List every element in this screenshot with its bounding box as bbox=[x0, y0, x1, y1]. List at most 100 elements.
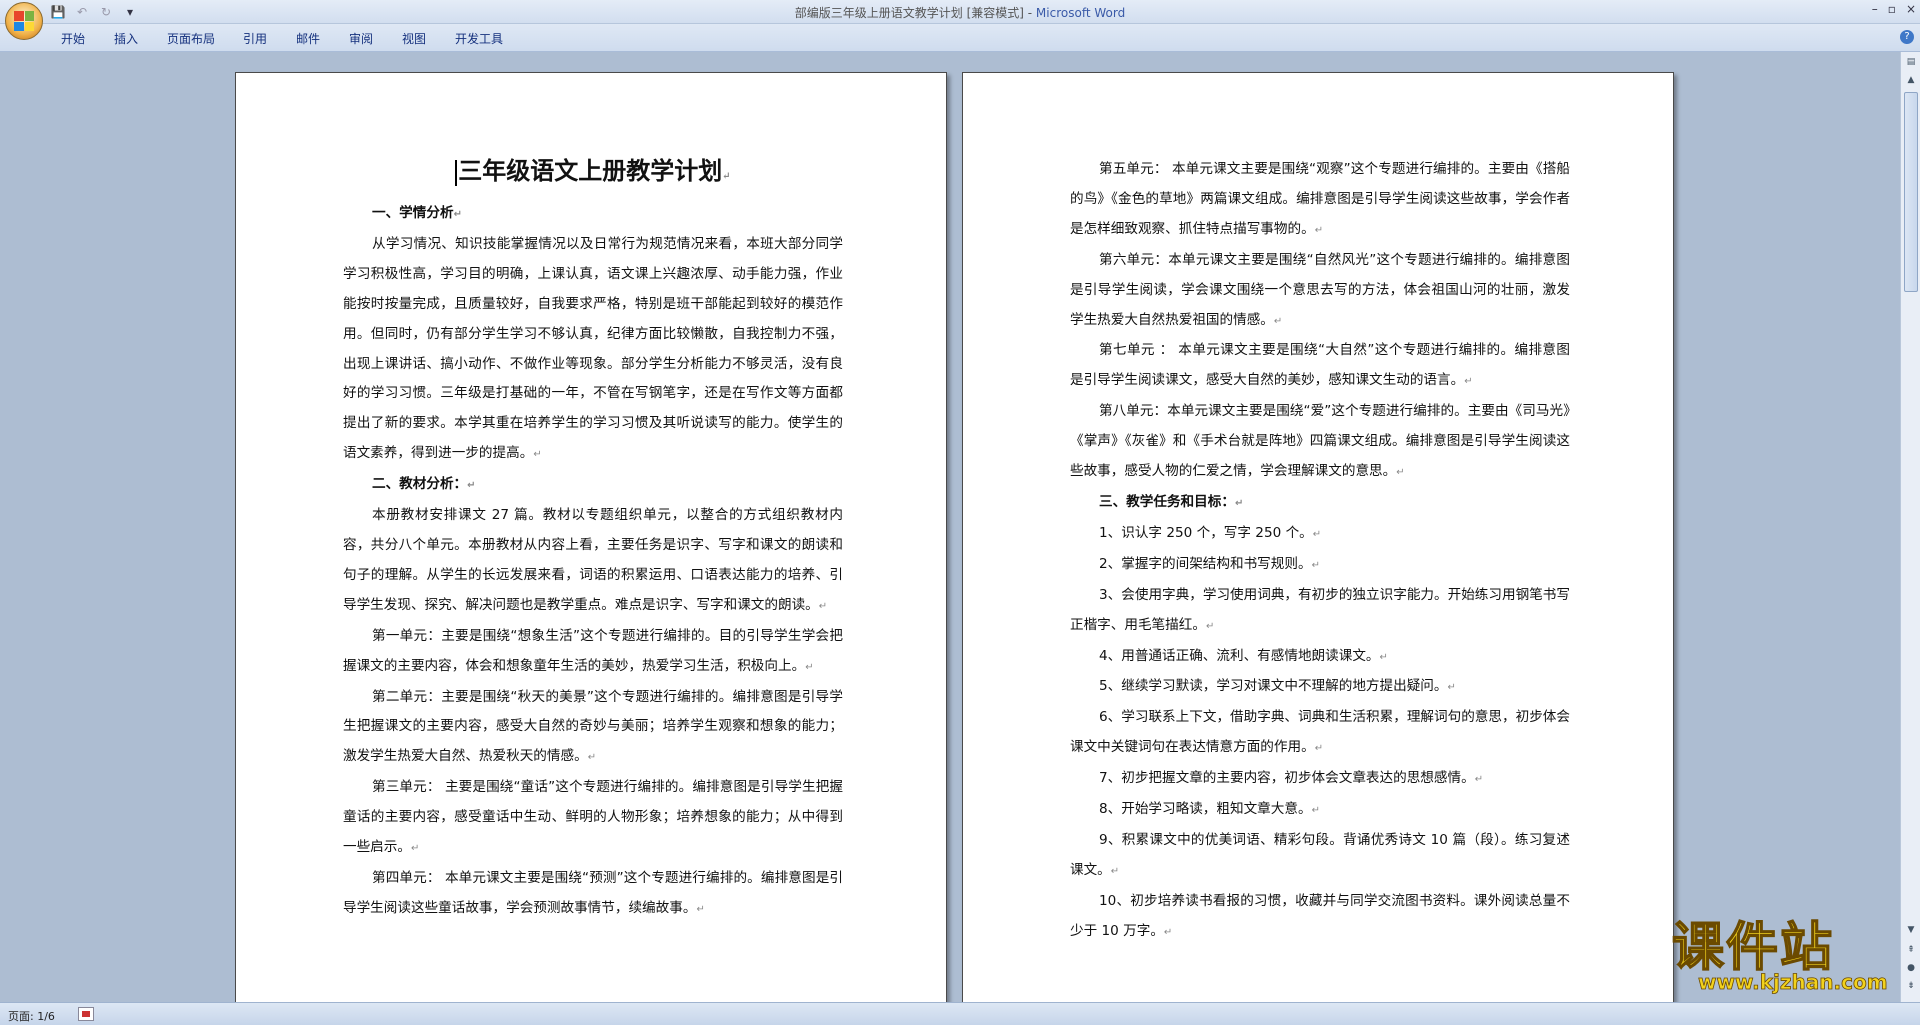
ribbon-tabs: 开始 插入 页面布局 引用 邮件 审阅 视图 开发工具 bbox=[0, 24, 1920, 52]
maximize-button[interactable]: ▫ bbox=[1888, 2, 1896, 16]
tab-developer[interactable]: 开发工具 bbox=[455, 30, 503, 47]
paragraph-mark: ↵ bbox=[1311, 559, 1320, 571]
paragraph-text: 第一单元：主要是围绕“想象生活”这个专题进行编排的。目的引导学生学会把握课文的主… bbox=[343, 627, 843, 674]
previous-page-icon[interactable]: ⇞ bbox=[1903, 942, 1919, 958]
paragraph-text: 7、初步把握文章的主要内容，初步体会文章表达的思想感情。 bbox=[1099, 770, 1475, 787]
document-title: 三年级语文上册教学计划↵ bbox=[343, 155, 843, 193]
paragraph-text: 本册教材安排课文 27 篇。教材以专题组织单元，以整合的方式组织教材内容，共分八… bbox=[343, 507, 843, 613]
body-paragraph: 2、掌握字的间架结构和书写规则。↵ bbox=[1070, 550, 1570, 581]
document-page-1[interactable]: 三年级语文上册教学计划↵ 一、学情分析↵ 从学习情况、知识技能掌握情况以及日常行为… bbox=[235, 72, 947, 1002]
paragraph-mark: ↵ bbox=[467, 480, 476, 492]
paragraph-mark: ↵ bbox=[1234, 497, 1244, 509]
paragraph-mark: ↵ bbox=[1311, 805, 1320, 817]
paragraph-mark: ↵ bbox=[410, 843, 420, 855]
scroll-up-icon[interactable]: ▲ bbox=[1903, 72, 1919, 88]
body-paragraph: 第八单元：本单元课文主要是围绕“爱”这个专题进行编排的。主要由《司马光》《掌声》… bbox=[1070, 397, 1570, 488]
page-2-content: 第五单元： 本单元课文主要是围绕“观察”这个专题进行编排的。主要由《搭船的鸟》《… bbox=[1070, 155, 1570, 948]
vertical-scrollbar[interactable]: ▤ ▲ ▼ ⇞ ● ⇟ bbox=[1900, 52, 1920, 1002]
paragraph-mark: ↵ bbox=[1379, 651, 1388, 663]
tab-mailings[interactable]: 邮件 bbox=[296, 30, 320, 47]
window-title-app: Microsoft Word bbox=[1035, 6, 1126, 20]
body-paragraph: 6、学习联系上下文，借助字典、词典和生活积累，理解词句的意思，初步体会课文中关键… bbox=[1070, 703, 1570, 764]
paragraph-text: 第四单元： 本单元课文主要是围绕“预测”这个专题进行编排的。编排意图是引导学生阅… bbox=[343, 869, 843, 916]
body-paragraph: 第五单元： 本单元课文主要是围绕“观察”这个专题进行编排的。主要由《搭船的鸟》《… bbox=[1070, 155, 1570, 246]
body-paragraph: 7、初步把握文章的主要内容，初步体会文章表达的思想感情。↵ bbox=[1070, 764, 1570, 795]
body-paragraph: 9、积累课文中的优美词语、精彩句段。背诵优秀诗文 10 篇（段）。练习复述课文。… bbox=[1070, 826, 1570, 887]
document-work-area: 三年级语文上册教学计划↵ 一、学情分析↵ 从学习情况、知识技能掌握情况以及日常行为… bbox=[0, 52, 1900, 1002]
paragraph-mark: ↵ bbox=[1110, 865, 1120, 877]
minimize-button[interactable]: – bbox=[1872, 2, 1878, 16]
page-indicator[interactable]: 页面: 1/6 bbox=[8, 1008, 55, 1024]
paragraph-mark: ↵ bbox=[805, 661, 814, 673]
office-button[interactable] bbox=[5, 2, 43, 40]
next-page-icon[interactable]: ⇟ bbox=[1903, 978, 1919, 994]
paragraph-text: 1、识认字 250 个，写字 250 个。 bbox=[1099, 524, 1313, 541]
paragraph-mark: ↵ bbox=[1474, 774, 1484, 786]
body-paragraph: 本册教材安排课文 27 篇。教材以专题组织单元，以整合的方式组织教材内容，共分八… bbox=[343, 501, 843, 622]
paragraph-mark: ↵ bbox=[1447, 682, 1456, 694]
watermark-logo: 课件站 www.kjzhan.com bbox=[1671, 918, 1904, 996]
body-paragraph: 第六单元：本单元课文主要是围绕“自然风光”这个专题进行编排的。编排意图是引导学生… bbox=[1070, 246, 1570, 337]
paragraph-mark: ↵ bbox=[1312, 528, 1322, 540]
section-heading: 三、教学任务和目标：↵ bbox=[1070, 488, 1570, 519]
paragraph-text: 10、初步培养读书看报的习惯，收藏并与同学交流图书资料。课外阅读总量不少于 10… bbox=[1070, 892, 1570, 939]
body-paragraph: 5、继续学习默读，学习对课文中不理解的地方提出疑问。↵ bbox=[1070, 672, 1570, 703]
tab-page-layout[interactable]: 页面布局 bbox=[167, 30, 215, 47]
proofing-status-icon[interactable] bbox=[78, 1007, 94, 1021]
title-bar: 💾 ↶ ↻ ▾ 部编版三年级上册语文教学计划 [兼容模式] - Microsof… bbox=[0, 0, 1920, 24]
tab-insert[interactable]: 插入 bbox=[114, 30, 138, 47]
document-page-2[interactable]: 第五单元： 本单元课文主要是围绕“观察”这个专题进行编排的。主要由《搭船的鸟》《… bbox=[962, 72, 1674, 1002]
body-paragraph: 第一单元：主要是围绕“想象生活”这个专题进行编排的。目的引导学生学会把握课文的主… bbox=[343, 622, 843, 683]
paragraph-mark: ↵ bbox=[453, 209, 462, 220]
paragraph-mark: ↵ bbox=[1314, 224, 1324, 236]
body-paragraph: 1、识认字 250 个，写字 250 个。↵ bbox=[1070, 519, 1570, 550]
ruler-toggle-icon[interactable]: ▤ bbox=[1903, 54, 1919, 70]
body-paragraph: 第二单元：主要是围绕“秋天的美景”这个专题进行编排的。编排意图是引导学生把握课文… bbox=[343, 683, 843, 774]
paragraph-mark: ↵ bbox=[1163, 926, 1173, 938]
office-logo-icon bbox=[14, 11, 34, 31]
paragraph-mark: ↵ bbox=[696, 903, 705, 915]
paragraph-text: 从学习情况、知识技能掌握情况以及日常行为规范情况来看，本班大部分同学学习积极性高… bbox=[343, 235, 843, 462]
paragraph-text: 二、教材分析： bbox=[372, 476, 468, 493]
watermark-url: www.kjzhan.com bbox=[1698, 970, 1888, 995]
window-title: 部编版三年级上册语文教学计划 [兼容模式] - Microsoft Word bbox=[0, 4, 1920, 21]
document-title-text: 三年级语文上册教学计划 bbox=[458, 156, 723, 185]
paragraph-text: 9、积累课文中的优美词语、精彩句段。背诵优秀诗文 10 篇（段）。练习复述课文。 bbox=[1070, 831, 1570, 878]
page-1-content: 三年级语文上册教学计划↵ 一、学情分析↵ 从学习情况、知识技能掌握情况以及日常行为… bbox=[343, 155, 843, 925]
tab-view[interactable]: 视图 bbox=[402, 30, 426, 47]
scroll-down-icon[interactable]: ▼ bbox=[1903, 922, 1919, 938]
window-controls: – ▫ × bbox=[1872, 2, 1916, 16]
paragraph-text: 第六单元：本单元课文主要是围绕“自然风光”这个专题进行编排的。编排意图是引导学生… bbox=[1070, 251, 1570, 328]
tab-review[interactable]: 审阅 bbox=[349, 30, 373, 47]
paragraph-text: 2、掌握字的间架结构和书写规则。 bbox=[1099, 555, 1312, 572]
select-browse-object-icon[interactable]: ● bbox=[1903, 960, 1919, 976]
text-cursor bbox=[455, 159, 458, 186]
tab-home[interactable]: 开始 bbox=[61, 30, 85, 47]
section-heading: 二、教材分析：↵ bbox=[343, 470, 843, 501]
close-button[interactable]: × bbox=[1906, 2, 1916, 16]
body-paragraph: 10、初步培养读书看报的习惯，收藏并与同学交流图书资料。课外阅读总量不少于 10… bbox=[1070, 887, 1570, 948]
help-icon[interactable]: ? bbox=[1900, 30, 1914, 44]
body-paragraph: 从学习情况、知识技能掌握情况以及日常行为规范情况来看，本班大部分同学学习积极性高… bbox=[343, 230, 843, 470]
scroll-thumb[interactable] bbox=[1904, 92, 1918, 292]
paragraph-mark: ↵ bbox=[1464, 376, 1473, 388]
paragraph-mark: ↵ bbox=[818, 600, 828, 612]
watermark-text: 课件站 bbox=[1671, 918, 1835, 978]
paragraph-mark: ↵ bbox=[1396, 467, 1405, 479]
section-heading: 一、学情分析↵ bbox=[343, 199, 843, 230]
body-paragraph: 第七单元 ： 本单元课文主要是围绕“大自然”这个专题进行编排的。编排意图是引导学… bbox=[1070, 336, 1570, 397]
paragraph-text: 三、教学任务和目标： bbox=[1099, 493, 1235, 510]
paragraph-text: 第八单元：本单元课文主要是围绕“爱”这个专题进行编排的。主要由《司马光》《掌声》… bbox=[1070, 403, 1570, 480]
window-title-doc: 部编版三年级上册语文教学计划 [兼容模式] - bbox=[794, 6, 1036, 20]
paragraph-mark: ↵ bbox=[1314, 743, 1324, 755]
body-paragraph: 第三单元： 主要是围绕“童话”这个专题进行编排的。编排意图是引导学生把握童话的主… bbox=[343, 773, 843, 864]
paragraph-mark: ↵ bbox=[1205, 620, 1215, 632]
paragraph-mark: ↵ bbox=[722, 171, 731, 182]
body-paragraph: 第四单元： 本单元课文主要是围绕“预测”这个专题进行编排的。编排意图是引导学生阅… bbox=[343, 864, 843, 925]
paragraph-mark: ↵ bbox=[587, 752, 597, 764]
tab-references[interactable]: 引用 bbox=[243, 30, 267, 47]
paragraph-text: 4、用普通话正确、流利、有感情地朗读课文。 bbox=[1099, 647, 1380, 664]
body-paragraph: 4、用普通话正确、流利、有感情地朗读课文。↵ bbox=[1070, 642, 1570, 673]
paragraph-mark: ↵ bbox=[533, 449, 542, 461]
body-paragraph: 3、会使用字典，学习使用词典，有初步的独立识字能力。开始练习用钢笔书写正楷字、用… bbox=[1070, 581, 1570, 642]
